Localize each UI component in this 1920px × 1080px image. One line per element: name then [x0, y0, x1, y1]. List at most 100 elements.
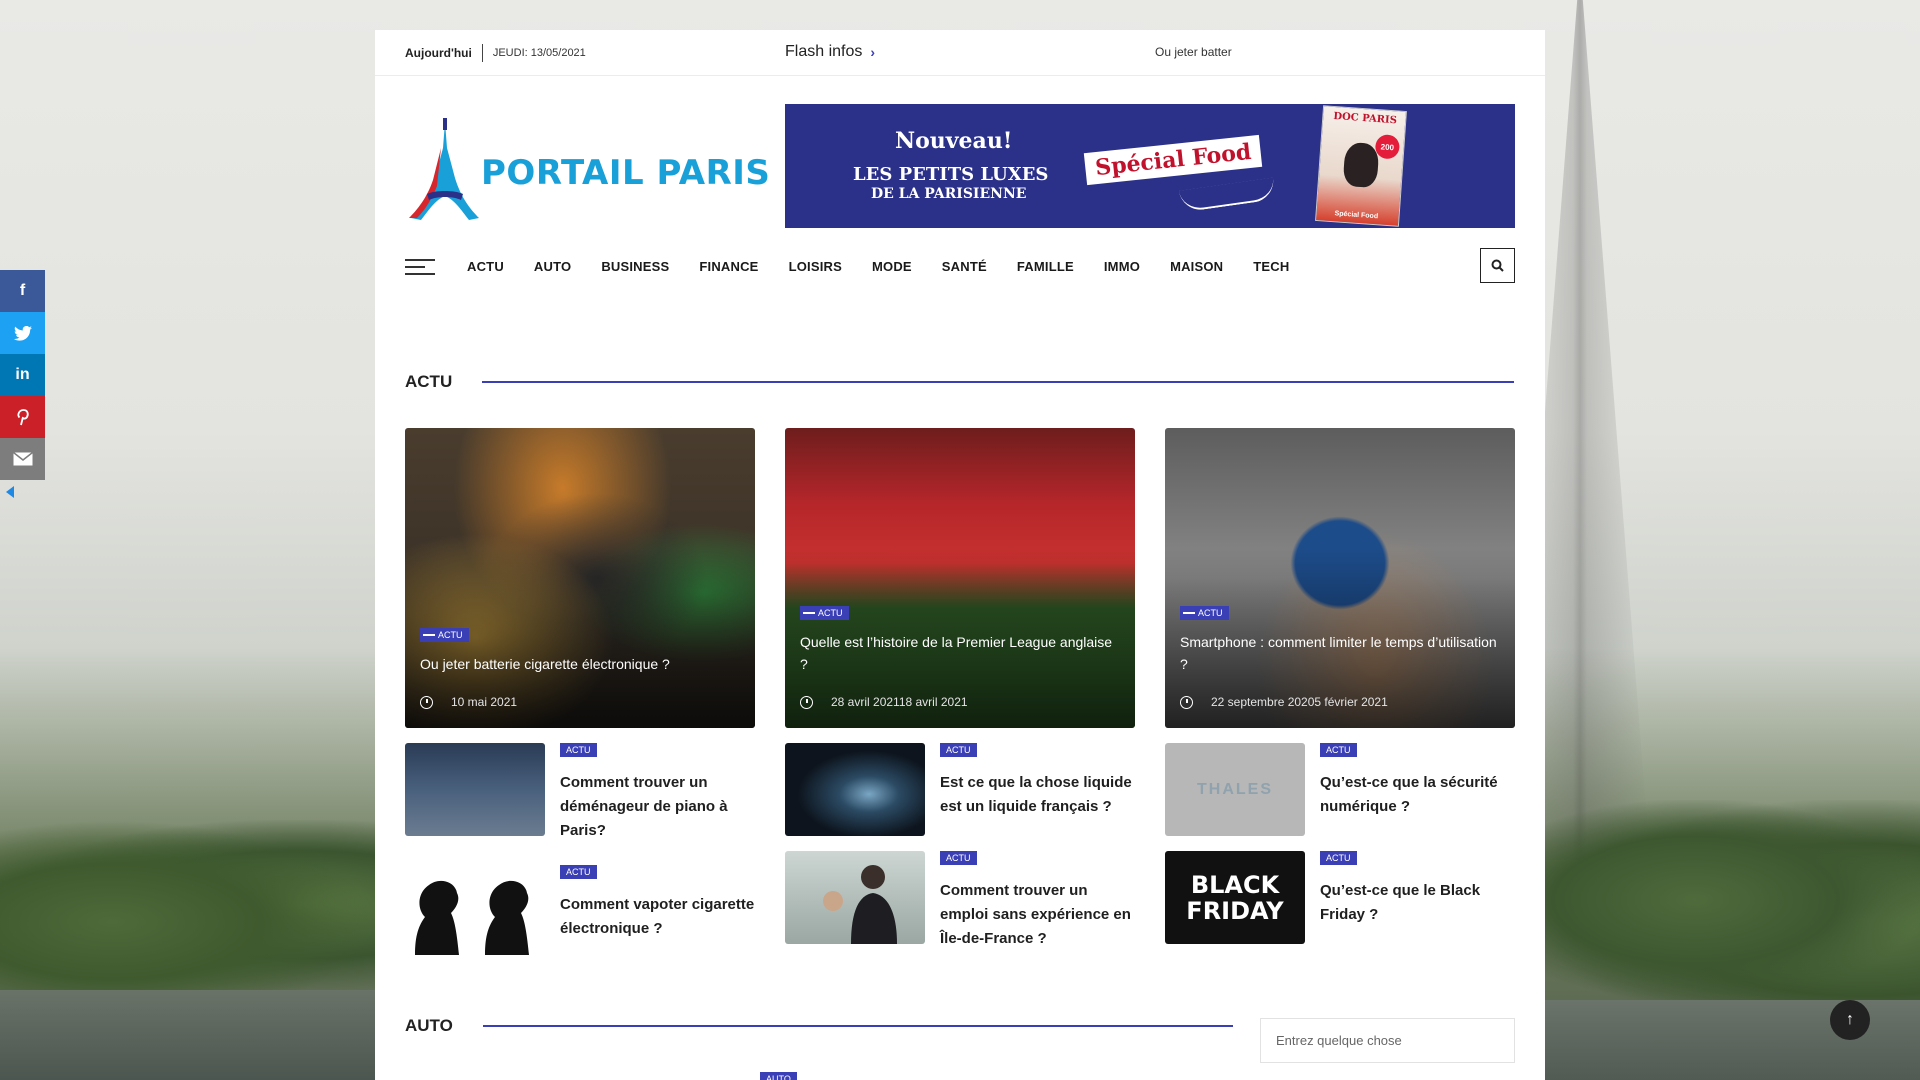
featured-card[interactable]: ACTU Ou jeter batterie cigarette électro…: [405, 428, 755, 728]
nav-item-famille[interactable]: FAMILLE: [1017, 259, 1074, 274]
banner-nouveau: Nouveau!: [895, 128, 1013, 154]
magazine-cover: DOC PARIS 200 Spécial Food: [1315, 105, 1407, 227]
section-divider: [482, 1025, 1233, 1027]
list-item[interactable]: THALES ACTU Qu’est-ce que la sécurité nu…: [1165, 743, 1515, 843]
article-thumbnail[interactable]: THALES: [1165, 743, 1305, 836]
nav-item-actu[interactable]: ACTU: [467, 259, 504, 274]
search-icon: [1491, 259, 1504, 272]
arrow-up-icon: ↑: [1846, 1011, 1854, 1028]
card-title[interactable]: Ou jeter batterie cigarette électronique…: [420, 653, 740, 675]
magazine-footer: Spécial Food: [1334, 210, 1379, 221]
list-item[interactable]: BLACK FRIDAY ACTU Qu’est-ce que le Black…: [1165, 851, 1515, 951]
category-badge[interactable]: ACTU: [560, 865, 597, 879]
featured-card[interactable]: ACTU Smartphone : comment limiter le tem…: [1165, 428, 1515, 728]
nav-item-business[interactable]: BUSINESS: [601, 259, 669, 274]
card-date: 10 mai 2021: [420, 695, 517, 709]
magazine-cover-photo: [1342, 141, 1380, 189]
category-badge[interactable]: ACTU: [1320, 743, 1357, 757]
facebook-icon[interactable]: f: [0, 270, 45, 312]
banner-line1: LES PETITS LUXES: [853, 164, 1049, 185]
clock-icon: [1180, 695, 1193, 709]
category-badge[interactable]: ACTU: [800, 606, 849, 620]
magazine-badge: 200: [1374, 133, 1401, 160]
site-header: PORTAIL PARIS Nouveau! LES PETITS LUXES …: [375, 76, 1545, 228]
chevron-right-icon: ›: [870, 44, 876, 60]
category-badge[interactable]: ACTU: [1180, 606, 1229, 620]
nav-item-mode[interactable]: MODE: [872, 259, 912, 274]
nav-item-tech[interactable]: TECH: [1253, 259, 1289, 274]
today-date: JEUDI: 13/05/2021: [492, 46, 586, 59]
background-trees-left: [0, 820, 375, 990]
card-date: 28 avril 202118 avril 2021: [800, 695, 968, 709]
share-collapse-toggle[interactable]: [6, 486, 14, 498]
category-badge[interactable]: ACTU: [560, 743, 597, 757]
section-header-auto: AUTO: [405, 1016, 1233, 1036]
article-title[interactable]: Comment trouver un emploi sans expérienc…: [940, 879, 1135, 951]
linkedin-icon[interactable]: in: [0, 354, 45, 396]
list-item[interactable]: ACTU Comment trouver un déménageur de pi…: [405, 743, 755, 843]
nav-item-auto[interactable]: AUTO: [534, 259, 571, 274]
nav-item-maison[interactable]: MAISON: [1170, 259, 1223, 274]
list-item[interactable]: ACTU Est ce que la chose liquide est un …: [785, 743, 1135, 843]
news-ticker[interactable]: Ou jeter batter: [1155, 45, 1232, 59]
site-logo[interactable]: PORTAIL PARIS: [405, 118, 770, 228]
featured-card[interactable]: ACTU Quelle est l’histoire de la Premier…: [785, 428, 1135, 728]
section-title-auto[interactable]: AUTO: [405, 1016, 453, 1036]
pinterest-icon[interactable]: [0, 396, 45, 438]
category-badge[interactable]: ACTU: [940, 743, 977, 757]
hamburger-icon[interactable]: [405, 259, 435, 275]
article-title[interactable]: Qu’est-ce que la sécurité numérique ?: [1320, 771, 1515, 819]
banner-special-food: Spécial Food: [1083, 134, 1263, 186]
article-title[interactable]: Est ce que la chose liquide est un liqui…: [940, 771, 1135, 819]
social-share-bar: f in: [0, 270, 45, 498]
article-thumbnail[interactable]: [405, 865, 545, 958]
background-river-left: [0, 990, 375, 1080]
banner-arrow-icon: [1178, 177, 1277, 213]
sidebar-search-input[interactable]: [1260, 1018, 1515, 1063]
category-badge[interactable]: ACTU: [420, 628, 469, 642]
clock-icon: [800, 695, 813, 709]
nav-item-immo[interactable]: IMMO: [1104, 259, 1140, 274]
eiffel-logo-icon: [405, 118, 485, 228]
section-divider: [482, 381, 1515, 383]
article-title[interactable]: Comment vapoter cigarette électronique ?: [560, 893, 755, 941]
category-badge[interactable]: AUTO: [760, 1072, 797, 1080]
twitter-icon[interactable]: [0, 312, 45, 354]
card-title[interactable]: Quelle est l’histoire de la Premier Leag…: [800, 631, 1120, 675]
card-overlay: [405, 428, 755, 728]
card-title[interactable]: Smartphone : comment limiter le temps d’…: [1180, 631, 1500, 675]
nav-item-sante[interactable]: SANTÉ: [942, 259, 987, 274]
list-item[interactable]: ACTU Comment trouver un emploi sans expé…: [785, 851, 1135, 951]
background-trees-right: [1545, 800, 1920, 1000]
scroll-to-top-button[interactable]: ↑: [1830, 1000, 1870, 1040]
article-title[interactable]: Comment trouver un déménageur de piano à…: [560, 771, 755, 843]
today-label: Aujourd'hui: [405, 43, 483, 62]
email-icon[interactable]: [0, 438, 45, 480]
flash-infos-label: Flash infos: [785, 43, 863, 60]
article-thumbnail[interactable]: [785, 743, 925, 836]
flash-infos[interactable]: Flash infos ›: [785, 43, 875, 61]
section-title-actu[interactable]: ACTU: [405, 372, 452, 392]
card-date-text: 10 mai 2021: [451, 695, 518, 709]
article-thumbnail[interactable]: [405, 743, 545, 836]
banner-line2: DE LA PARISIENNE: [871, 186, 1027, 202]
nav-item-finance[interactable]: FINANCE: [699, 259, 758, 274]
nav-item-loisirs[interactable]: LOISIRS: [789, 259, 842, 274]
article-thumbnail[interactable]: [785, 851, 925, 944]
article-title[interactable]: Qu’est-ce que le Black Friday ?: [1320, 879, 1515, 927]
article-thumbnail[interactable]: BLACK FRIDAY: [1165, 851, 1305, 944]
card-date-text: 22 septembre 20205 février 2021: [1211, 695, 1388, 709]
clock-icon: [420, 695, 433, 709]
category-badge[interactable]: ACTU: [1320, 851, 1357, 865]
black-friday-line1: BLACK: [1190, 870, 1280, 899]
list-item[interactable]: ACTU Comment vapoter cigarette électroni…: [405, 865, 755, 965]
page-container: Aujourd'hui JEUDI: 13/05/2021 Flash info…: [375, 30, 1545, 1080]
black-friday-line2: FRIDAY: [1186, 896, 1284, 925]
search-button[interactable]: [1480, 248, 1515, 283]
category-badge[interactable]: ACTU: [940, 851, 977, 865]
card-overlay: [1165, 428, 1515, 728]
ad-banner[interactable]: Nouveau! LES PETITS LUXES DE LA PARISIEN…: [785, 104, 1515, 228]
section-header-actu: ACTU: [405, 372, 1515, 392]
main-nav: ACTU AUTO BUSINESS FINANCE LOISIRS MODE …: [375, 226, 1545, 306]
site-logo-text: PORTAIL PARIS: [481, 153, 771, 193]
